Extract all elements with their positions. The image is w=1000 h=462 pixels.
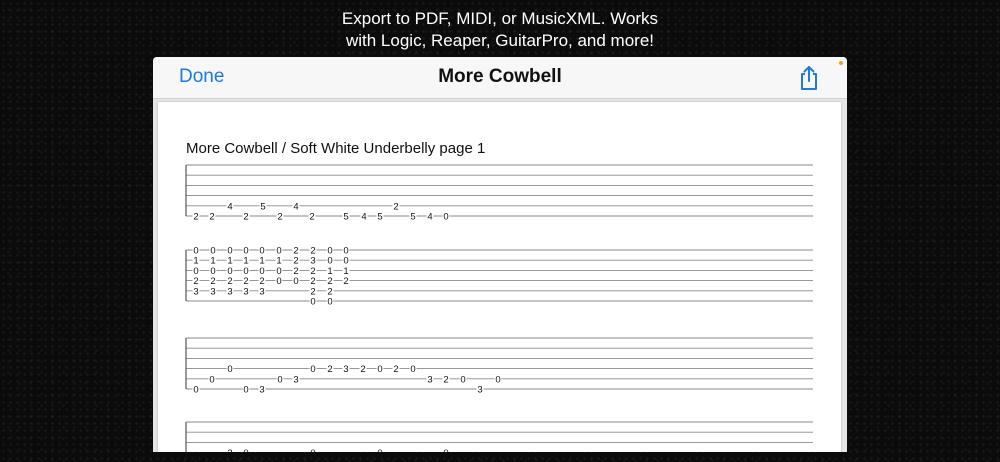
tab-fret-number: 0 bbox=[310, 297, 315, 308]
tab-fret-number: 2 bbox=[343, 276, 348, 287]
tab-fret-number: 0 bbox=[227, 364, 232, 375]
tab-fret-number: 0 bbox=[443, 212, 448, 223]
tab-fret-number: 2 bbox=[193, 212, 198, 223]
tab-fret-number: 3 bbox=[259, 286, 264, 297]
tab-fret-number: 2 bbox=[309, 212, 314, 223]
tab-fret-number: 5 bbox=[377, 212, 382, 223]
tab-fret-number: 0 bbox=[377, 364, 382, 375]
tab-fret-number: 2 bbox=[209, 212, 214, 223]
tab-fret-number: 0 bbox=[243, 385, 248, 396]
tab-fret-number: 0 bbox=[277, 374, 282, 385]
tab-fret-number: 2 bbox=[393, 201, 398, 212]
tab-fret-number: 5 bbox=[410, 212, 415, 223]
tab-fret-number: 2 bbox=[227, 448, 232, 452]
tab-fret-number: 4 bbox=[361, 212, 366, 223]
tab-fret-number: 3 bbox=[343, 364, 348, 375]
tab-fret-number: 0 bbox=[410, 364, 415, 375]
document-page: More Cowbell / Soft White Underbelly pag… bbox=[158, 102, 841, 452]
tab-fret-number: 0 bbox=[276, 276, 281, 287]
promo-caption-line-1: Export to PDF, MIDI, or MusicXML. Works bbox=[341, 9, 659, 28]
tab-fret-number: 0 bbox=[460, 374, 465, 385]
tab-fret-number: 2 bbox=[393, 364, 398, 375]
tab-fret-number: 0 bbox=[377, 448, 382, 452]
tab-fret-number: 5 bbox=[260, 201, 265, 212]
tab-fret-number: 0 bbox=[243, 448, 248, 452]
tab-fret-number: 2 bbox=[360, 364, 365, 375]
tab-fret-number: 0 bbox=[193, 385, 198, 396]
tab-fret-number: 3 bbox=[227, 286, 232, 297]
tab-fret-number: 3 bbox=[477, 385, 482, 396]
status-indicator-dot bbox=[839, 61, 843, 65]
tab-fret-number: 3 bbox=[193, 286, 198, 297]
tab-fret-number: 0 bbox=[443, 448, 448, 452]
share-icon bbox=[801, 66, 817, 90]
tab-fret-number: 2 bbox=[243, 212, 248, 223]
tab-fret-number: 3 bbox=[427, 374, 432, 385]
tab-fret-number: 3 bbox=[210, 286, 215, 297]
tab-fret-number: 2 bbox=[327, 364, 332, 375]
tab-fret-number: 3 bbox=[259, 385, 264, 396]
document-viewer[interactable]: More Cowbell / Soft White Underbelly pag… bbox=[153, 99, 847, 452]
tab-fret-number: 0 bbox=[293, 276, 298, 287]
tab-fret-number: 4 bbox=[427, 212, 432, 223]
tab-fret-number: 0 bbox=[327, 297, 332, 308]
tab-fret-number: 5 bbox=[343, 212, 348, 223]
tab-fret-number: 2 bbox=[277, 212, 282, 223]
tab-fret-number: 4 bbox=[227, 201, 232, 212]
tablature-area: 2 2425242 5 4 525 4 00102301023010230102301023… bbox=[185, 164, 813, 452]
navigation-bar: Done More Cowbell bbox=[153, 57, 847, 99]
tab-fret-number: 2 bbox=[443, 374, 448, 385]
tab-fret-number: 0 bbox=[310, 364, 315, 375]
promo-caption: Export to PDF, MIDI, or MusicXML. Works … bbox=[0, 8, 1000, 52]
tab-fret-number: 0 bbox=[495, 374, 500, 385]
tab-fret-number: 3 bbox=[293, 374, 298, 385]
tab-fret-number: 0 bbox=[209, 374, 214, 385]
tab-fret-number: 4 bbox=[293, 201, 298, 212]
tab-fret-number: 3 bbox=[243, 286, 248, 297]
promo-caption-line-2: with Logic, Reaper, GuitarPro, and more! bbox=[345, 31, 655, 50]
pdf-preview-window: Done More Cowbell More Cowbell / Soft Wh… bbox=[153, 57, 847, 452]
share-button[interactable] bbox=[798, 65, 820, 91]
tab-fret-number: 0 bbox=[310, 448, 315, 452]
page-title: More Cowbell bbox=[438, 66, 562, 87]
